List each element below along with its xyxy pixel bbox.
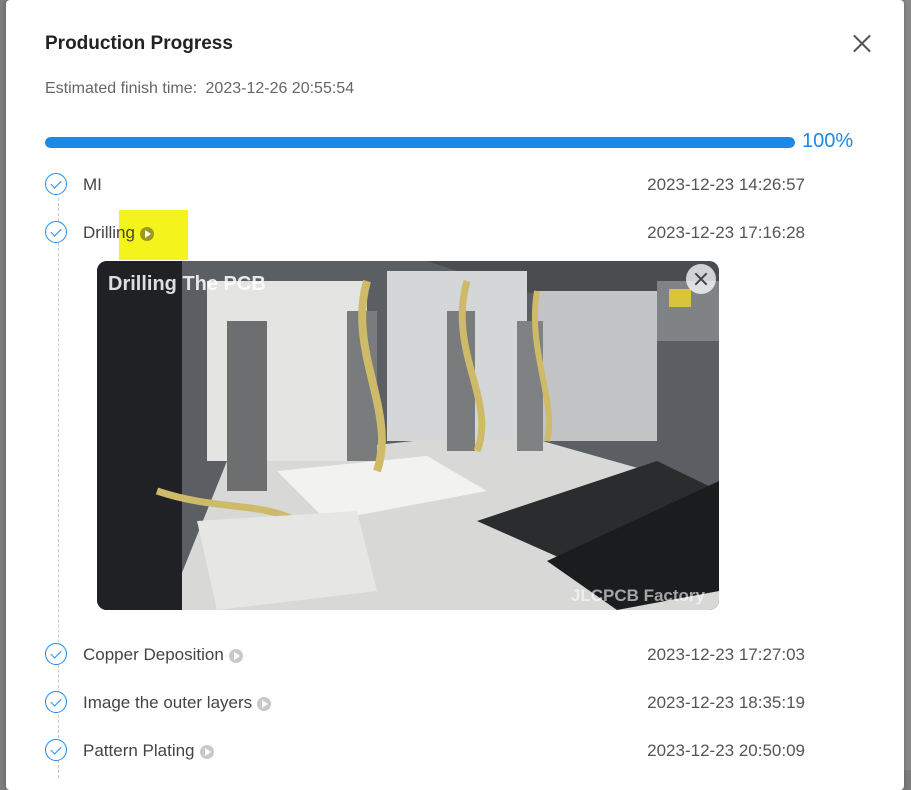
progress-percent: 100%: [802, 130, 854, 152]
video-close-icon[interactable]: [686, 264, 716, 294]
estimate-label: Estimated finish time:: [45, 80, 198, 97]
step-label: Copper Deposition: [83, 645, 224, 664]
step-time: 2023-12-23 18:35:19: [647, 693, 805, 712]
production-progress-dialog: Production Progress Estimated finish tim…: [6, 0, 904, 790]
step-time: 2023-12-23 14:26:57: [647, 175, 805, 194]
check-icon: [45, 739, 67, 761]
progress-fill: [45, 137, 795, 148]
check-icon: [45, 691, 67, 713]
step-label-wrap: Pattern Plating: [83, 741, 214, 761]
estimate-value: 2023-12-26 20:55:54: [205, 80, 355, 97]
play-video-icon[interactable]: [257, 696, 272, 711]
step-label-wrap: Copper Deposition: [83, 645, 243, 665]
step-time: 2023-12-23 20:50:09: [647, 741, 805, 760]
step-time: 2023-12-23 17:16:28: [647, 223, 805, 242]
step-label: Pattern Plating: [83, 741, 195, 760]
step-label-wrap: Image the outer layers: [83, 693, 272, 713]
dialog-title: Production Progress: [45, 33, 233, 54]
step-pattern-plating: Pattern Plating 2023-12-23 20:50:09: [45, 739, 805, 765]
step-drilling: Drilling 2023-12-23 17:16:28: [45, 221, 805, 247]
step-image-outer-layers: Image the outer layers 2023-12-23 18:35:…: [45, 691, 805, 717]
video-frame: [97, 261, 719, 610]
video-player[interactable]: Drilling The PCB JLCPCB Factory: [97, 261, 719, 610]
video-overlay-title: Drilling The PCB: [108, 273, 266, 295]
step-copper-deposition: Copper Deposition 2023-12-23 17:27:03: [45, 643, 805, 669]
play-video-icon[interactable]: [139, 226, 154, 241]
estimated-finish-time: Estimated finish time: 2023-12-26 20:55:…: [45, 80, 354, 98]
backdrop: [903, 0, 911, 770]
step-label: Drilling: [83, 223, 135, 242]
step-mi: MI 2023-12-23 14:26:57: [45, 173, 805, 199]
play-video-icon[interactable]: [199, 744, 214, 759]
video-watermark: JLCPCB Factory: [570, 586, 705, 605]
play-video-icon[interactable]: [228, 648, 243, 663]
step-label: MI: [83, 175, 102, 194]
step-time: 2023-12-23 17:27:03: [647, 645, 805, 664]
check-icon: [45, 173, 67, 195]
progress-bar: [45, 137, 795, 148]
close-icon[interactable]: [852, 33, 872, 53]
check-icon: [45, 221, 67, 243]
step-label: Image the outer layers: [83, 693, 253, 712]
check-icon: [45, 643, 67, 665]
step-label-wrap: Drilling: [83, 223, 154, 243]
